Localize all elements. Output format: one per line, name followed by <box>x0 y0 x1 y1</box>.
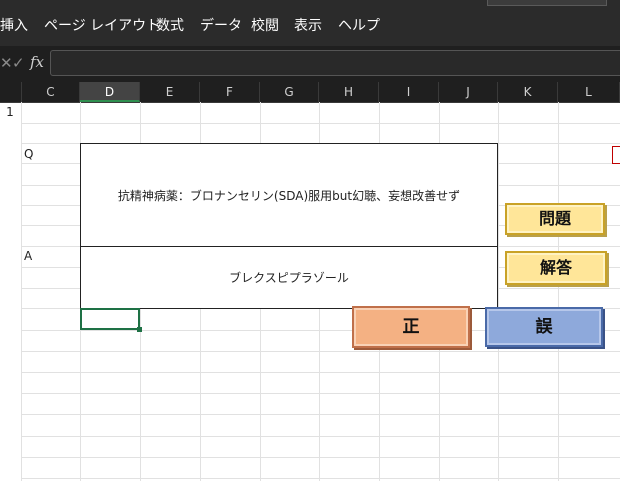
gridline <box>22 372 620 373</box>
menu-help[interactable]: ヘルプ <box>338 16 380 36</box>
formula-input[interactable] <box>50 50 620 76</box>
gridline <box>21 102 22 481</box>
answer-textbox[interactable]: ブレクスピプラゾール <box>80 246 498 309</box>
insert-function-icon[interactable]: fx <box>30 53 44 71</box>
column-header-l[interactable]: L <box>558 82 620 102</box>
column-header-g[interactable]: G <box>260 82 319 102</box>
answer-button[interactable]: 解答 <box>505 251 607 285</box>
column-header-k[interactable]: K <box>498 82 558 102</box>
question-text: 抗精神病薬：ブロナンセリン(SDA)服用but幻聴、妄想改善せず <box>117 189 461 203</box>
gridline <box>22 457 620 458</box>
menu-formulas[interactable]: 数式 <box>156 16 184 36</box>
enter-icon[interactable]: ✓ <box>12 54 25 72</box>
menu-data[interactable]: データ <box>200 16 242 36</box>
title-search-box[interactable] <box>487 0 607 6</box>
gridline <box>22 478 620 479</box>
gridline <box>22 123 620 124</box>
gridline <box>22 436 620 437</box>
column-header-h[interactable]: H <box>319 82 379 102</box>
menu-page-layout[interactable]: ページ レイアウト <box>44 16 160 36</box>
fill-handle[interactable] <box>137 327 142 332</box>
cell-question-label: Q <box>24 147 34 161</box>
select-all-corner[interactable] <box>0 82 22 102</box>
column-header-i[interactable]: I <box>379 82 439 102</box>
gridline <box>22 351 620 352</box>
gridline <box>22 393 620 394</box>
question-textbox[interactable]: 抗精神病薬：ブロナンセリン(SDA)服用but幻聴、妄想改善せず <box>80 143 498 247</box>
offscreen-shape-edge[interactable] <box>612 146 620 164</box>
wrong-button[interactable]: 誤 <box>485 307 603 347</box>
row-header-1[interactable]: 1 <box>0 105 20 119</box>
column-header-j[interactable]: J <box>439 82 498 102</box>
gridline <box>558 102 559 481</box>
menu-insert[interactable]: 挿入 <box>0 16 28 36</box>
active-cell-selection[interactable] <box>80 308 140 330</box>
correct-button[interactable]: 正 <box>352 306 470 348</box>
cell-answer-label: A <box>24 249 33 263</box>
menu-view[interactable]: 表示 <box>294 16 322 36</box>
menu-review[interactable]: 校閲 <box>251 16 279 36</box>
column-header-c[interactable]: C <box>22 82 80 102</box>
gridline <box>22 414 620 415</box>
column-header-f[interactable]: F <box>200 82 260 102</box>
gridline <box>498 102 499 481</box>
column-header-e[interactable]: E <box>140 82 200 102</box>
answer-text: ブレクスピプラゾール <box>229 271 349 285</box>
column-header-d[interactable]: D <box>80 82 140 102</box>
question-button[interactable]: 問題 <box>505 203 605 235</box>
cancel-icon[interactable]: ✕ <box>0 54 13 72</box>
